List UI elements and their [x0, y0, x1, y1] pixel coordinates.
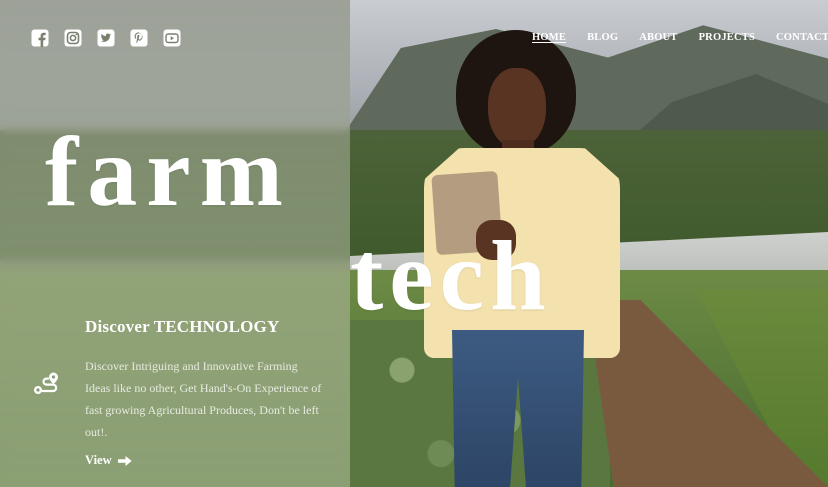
- feature-description: Discover Intriguing and Innovative Farmi…: [85, 359, 322, 439]
- social-links: [31, 29, 181, 47]
- view-button[interactable]: View: [85, 453, 132, 468]
- view-button-label: View: [85, 453, 112, 467]
- main-nav: HOME BLOG ABOUT PROJECTS CONTACTS: [532, 32, 828, 43]
- feature-heading: Discover TECHNOLOGY: [85, 317, 280, 336]
- twitter-icon[interactable]: [97, 29, 115, 47]
- nav-item-projects[interactable]: PROJECTS: [699, 32, 755, 43]
- hero-title-farm: farm: [45, 116, 292, 227]
- facebook-icon[interactable]: [31, 29, 49, 47]
- pinterest-icon[interactable]: [130, 29, 148, 47]
- nav-item-home[interactable]: HOME: [532, 32, 566, 43]
- arrow-right-icon: [117, 455, 132, 467]
- nav-item-contacts[interactable]: CONTACTS: [776, 32, 828, 43]
- instagram-icon[interactable]: [64, 29, 82, 47]
- youtube-icon[interactable]: [163, 29, 181, 47]
- route-icon: [33, 371, 60, 396]
- nav-item-about[interactable]: ABOUT: [639, 32, 677, 43]
- hero-title-tech: tech: [350, 220, 552, 331]
- nav-item-blog[interactable]: BLOG: [587, 32, 618, 43]
